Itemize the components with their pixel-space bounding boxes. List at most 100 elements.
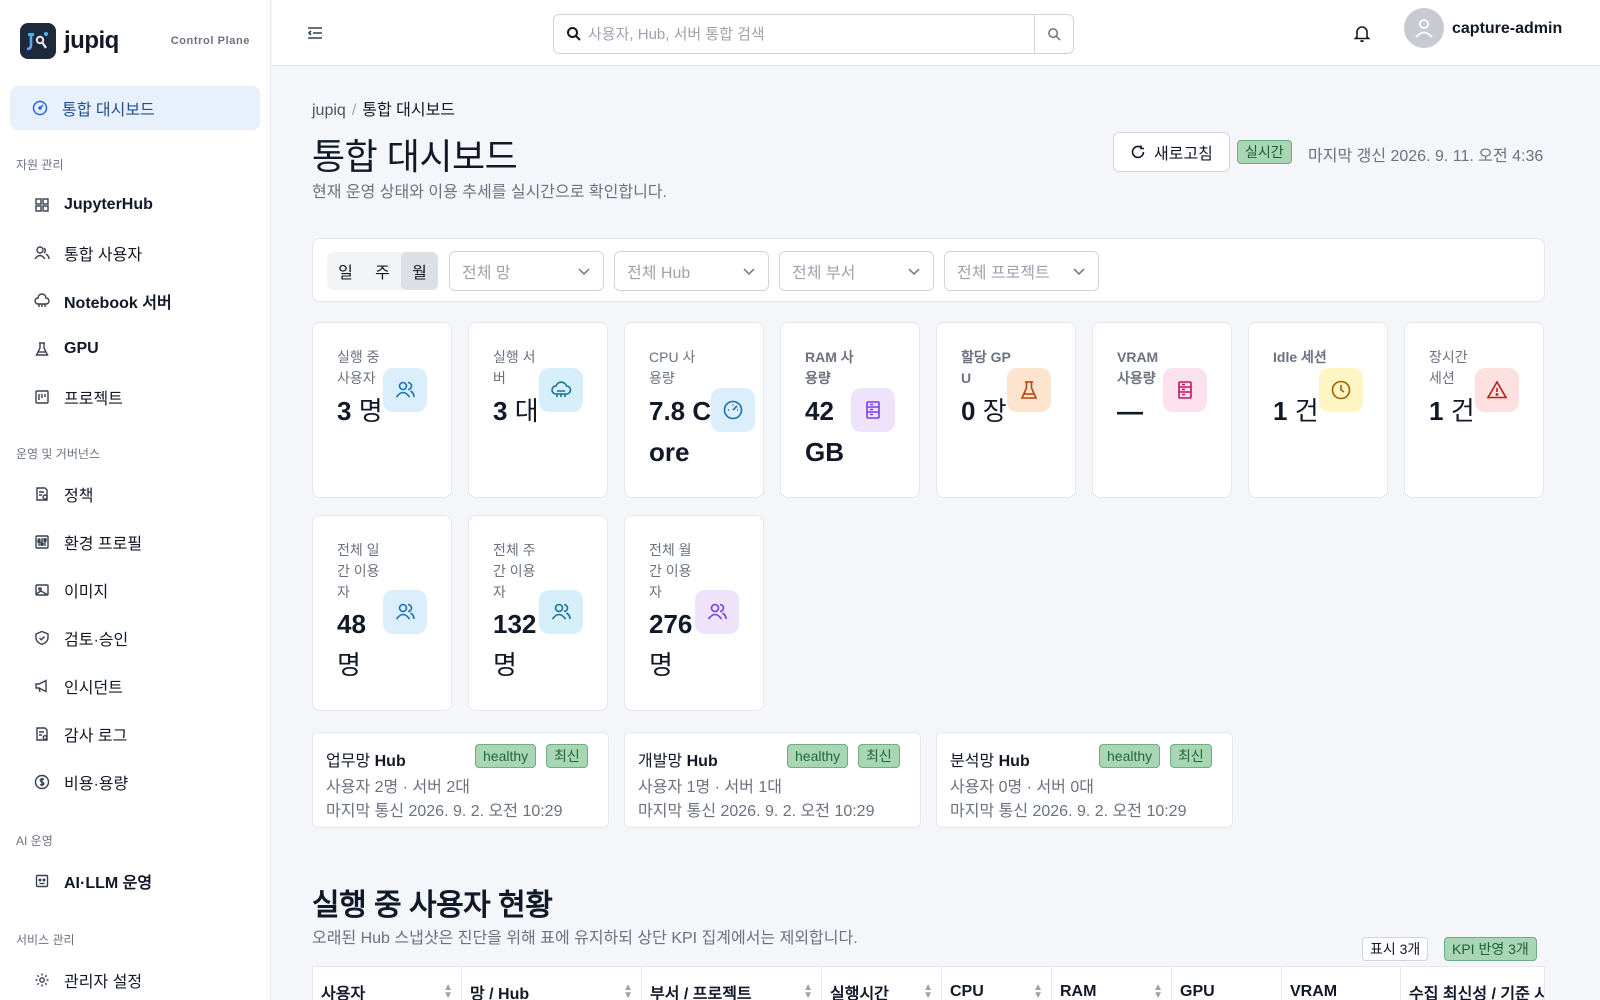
period-week[interactable]: 주 [364,252,401,290]
network-select[interactable]: 전체 망 [449,251,604,291]
sidebar-item-projects[interactable]: 프로젝트 [0,373,270,421]
select-value: 전체 부서 [792,265,856,282]
column-header-network-hub[interactable]: 망 / Hub ▲ ▼ [462,967,642,1000]
breadcrumb-root[interactable]: jupiq [312,102,346,119]
kpi-card-cpu[interactable]: CPU 사용량 7.8 Core [624,322,764,498]
sidebar-item-ai-llm[interactable]: AI·LLM 운영 [0,857,270,905]
user-icon [1415,19,1433,38]
jupiq-logo[interactable] [20,23,56,59]
hub-select[interactable]: 전체 Hub [614,251,769,291]
dollar-icon [34,774,50,790]
hub-status-badge: healthy [787,744,849,768]
flask-icon [1007,368,1051,412]
column-header-vram[interactable]: VRAM [1282,967,1401,1000]
hub-card-dev[interactable]: 개발망 Hub healthy 최신 사용자 1명 · 서버 1대 마지막 통신… [624,732,921,828]
kpi-card-idle-sessions[interactable]: Idle 세션 1 건 [1248,322,1388,498]
kpi-card-running-users[interactable]: 실행 중 사용자 3 명 [312,322,452,498]
department-select[interactable]: 전체 부서 [779,251,934,291]
sidebar-item-notebook-servers[interactable]: Notebook 서버 [0,277,270,325]
hub-card-business[interactable]: 업무망 Hub healthy 최신 사용자 2명 · 서버 2대 마지막 통신… [312,732,609,828]
select-value: 전체 프로젝트 [957,265,1050,282]
gauge-icon [711,388,755,432]
hub-last-contact: 마지막 통신 2026. 9. 2. 오전 10:29 [326,803,563,820]
sidebar-item-admin-settings[interactable]: 관리자 설정 [0,956,270,1000]
server-icon [1163,368,1207,412]
sidebar-item-incidents[interactable]: 인시던트 [0,662,270,710]
search-icon [1047,27,1061,41]
kpi-card-ram[interactable]: RAM 사용량 42 GB [780,322,920,498]
nav-section-title: 자원 관리 [16,158,64,172]
shield-check-icon [34,630,50,646]
kpi-label: 전체 주간 이용자 [493,542,536,600]
sidebar-item-review-approval[interactable]: 검토·승인 [0,614,270,662]
kpi-card-gpu[interactable]: 할당 GPU 0 장 [936,322,1076,498]
sort-icon: ▲ ▼ [803,982,813,1000]
sidebar-item-gpu[interactable]: GPU [0,325,270,373]
kpi-value: 0 장 [961,396,1007,426]
sidebar-item-env-profiles[interactable]: 환경 프로필 [0,518,270,566]
hub-card-analytics[interactable]: 분석망 Hub healthy 최신 사용자 0명 · 서버 0대 마지막 통신… [936,732,1233,828]
refresh-button[interactable]: 새로고침 [1113,132,1230,172]
kpi-value: 42 GB [805,396,844,467]
sidebar-item-cost-capacity[interactable]: 비용·용량 [0,758,270,806]
sidebar-item-dashboard[interactable]: 통합 대시보드 [10,86,260,130]
column-header-dept-project[interactable]: 부서 / 프로젝트 ▲ ▼ [642,967,822,1000]
period-month[interactable]: 월 [401,252,438,290]
column-header-cpu[interactable]: CPU ▲ ▼ [942,967,1052,1000]
notifications-bell-icon[interactable] [1353,23,1371,43]
breadcrumb-separator: / [351,102,357,119]
sidebar-item-label: GPU [64,340,99,357]
kpi-card-vram[interactable]: VRAM 사용량 — [1092,322,1232,498]
column-header-gpu[interactable]: GPU [1172,967,1282,1000]
project-icon [34,389,50,405]
logo-mark-icon [26,32,48,51]
users-icon [34,245,50,261]
column-header-runtime[interactable]: 실행시간 ▲ ▼ [822,967,942,1000]
search-button[interactable] [1034,15,1073,53]
sidebar-item-jupyterhub[interactable]: JupyterHub [0,181,270,229]
hub-stats: 사용자 1명 · 서버 1대 [638,779,782,796]
sidebar-item-label: Notebook 서버 [64,295,172,312]
sidebar-item-label: 정책 [64,488,94,505]
hub-last-contact: 마지막 통신 2026. 9. 2. 오전 10:29 [638,803,875,820]
kpi-card-weekly-users[interactable]: 전체 주간 이용자 132 명 [468,515,608,711]
kpi-card-monthly-users[interactable]: 전체 월간 이용자 276 명 [624,515,764,711]
period-day[interactable]: 일 [327,252,364,290]
sort-icon: ▲ ▼ [1153,982,1163,1000]
users-icon [383,590,427,634]
column-header-ram[interactable]: RAM ▲ ▼ [1052,967,1172,1000]
clock-icon [1319,368,1363,412]
kpi-value: — [1117,396,1143,426]
avatar[interactable] [1404,8,1444,48]
column-header-freshness[interactable]: 수집 최신성 / 기준 시각 [1401,967,1544,1000]
search-input[interactable] [582,25,1034,43]
sidebar-item-users[interactable]: 통합 사용자 [0,229,270,277]
hub-name: 업무망 Hub [326,753,406,770]
column-header-user[interactable]: 사용자 ▲ ▼ [313,967,462,1000]
nav-section-title: 운영 및 거버넌스 [16,447,100,461]
brand: jupiq Control Plane [0,0,270,82]
sidebar-item-policy[interactable]: 정책 [0,470,270,518]
sidebar-item-label: AI·LLM 운영 [64,875,153,892]
hub-status-badge: healthy [475,744,537,768]
sliders-icon [34,534,50,550]
global-search [553,14,1074,54]
sidebar: jupiq Control Plane 통합 대시보드 자원 관리 Jupyte… [0,0,271,1000]
kpi-value: 276 명 [649,609,693,680]
user-name[interactable]: capture-admin [1452,20,1562,38]
kpi-card-daily-users[interactable]: 전체 일간 이용자 48 명 [312,515,452,711]
cloud-server-icon [539,368,583,412]
sidebar-toggle-icon[interactable] [306,24,324,42]
sidebar-item-label: 비용·용량 [64,776,129,793]
hub-stats: 사용자 0명 · 서버 0대 [950,779,1094,796]
kpi-card-running-servers[interactable]: 실행 서버 3 대 [468,322,608,498]
sidebar-item-images[interactable]: 이미지 [0,566,270,614]
project-select[interactable]: 전체 프로젝트 [944,251,1099,291]
sort-icon: ▲ ▼ [1033,982,1043,1000]
period-toggle: 일 주 월 [327,252,438,290]
sidebar-item-audit-log[interactable]: 감사 로그 [0,710,270,758]
last-update: 마지막 갱신 2026. 9. 11. 오전 4:36 [1308,148,1544,165]
kpi-card-long-sessions[interactable]: 장시간 세션 1 건 [1404,322,1544,498]
select-value: 전체 Hub [627,265,691,282]
section-subtitle: 오래된 Hub 스냅샷은 진단을 위해 표에 유지하되 상단 KPI 집계에서는… [312,930,858,947]
